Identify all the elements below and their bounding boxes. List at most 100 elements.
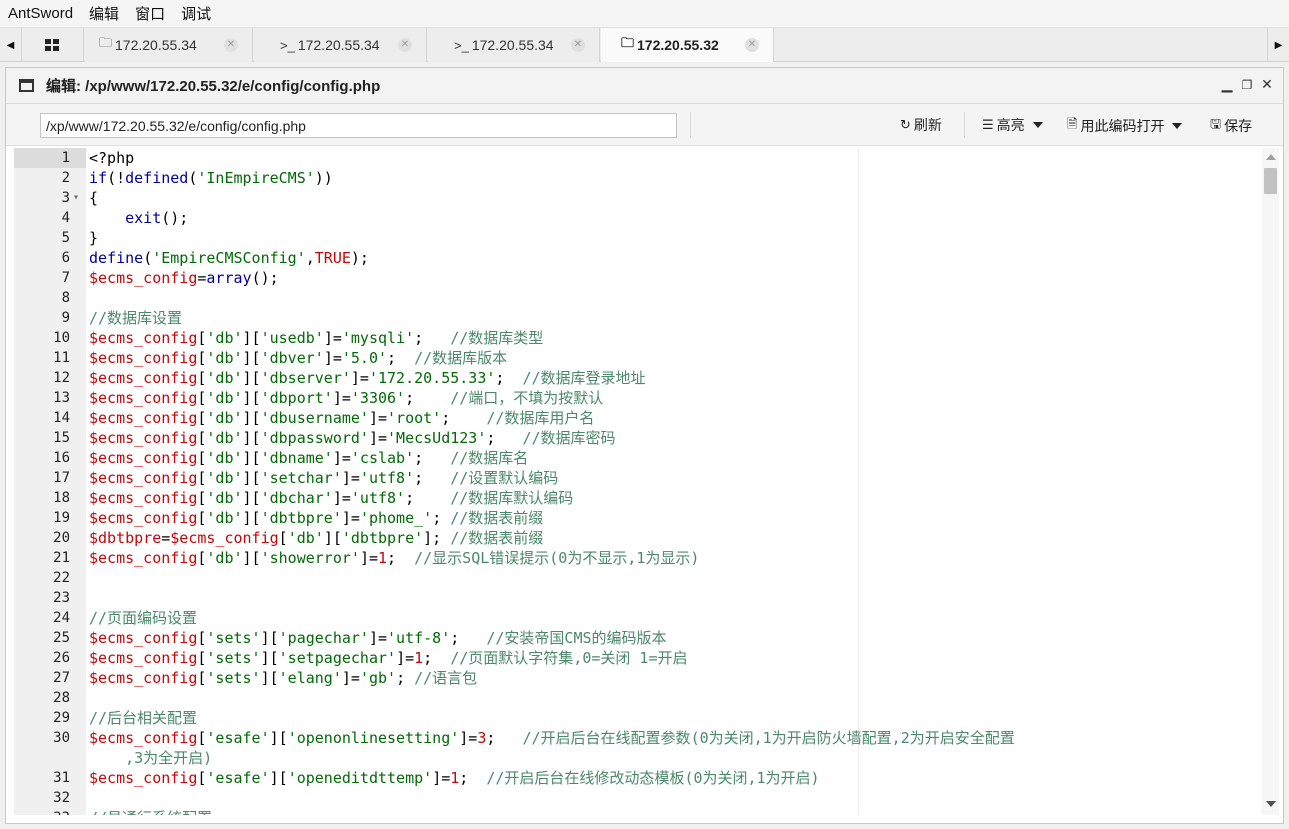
tab-scroll-left-icon[interactable]: ◀ — [0, 28, 22, 62]
tab-files-active[interactable]: 🗀 172.20.55.32 ✕ — [601, 28, 774, 62]
code-token: 'openonlinesetting' — [287, 729, 460, 747]
code-line[interactable]: 32 — [14, 788, 1254, 808]
code-line[interactable]: 23 — [14, 588, 1254, 608]
close-icon[interactable]: ✕ — [224, 38, 238, 52]
line-number: 25 — [53, 630, 70, 646]
code-line[interactable]: 11 $ecms_config['db']['dbver']='5.0'; //数… — [14, 348, 1254, 368]
code-token: 'db' — [287, 529, 324, 547]
code-token: ]= — [323, 329, 342, 347]
tab-label: 172.20.55.34 — [115, 37, 197, 53]
code-token: defined — [125, 169, 189, 187]
code-line[interactable]: 3 ▾ { — [14, 188, 1254, 208]
path-input[interactable] — [40, 113, 677, 138]
home-grid-icon[interactable] — [22, 28, 84, 62]
refresh-button[interactable]: ↻ 刷新 — [900, 115, 942, 135]
code-token: 'showerror' — [260, 549, 360, 567]
tab-terminal-2[interactable]: >_ 172.20.55.34 ✕ — [428, 28, 600, 62]
code-token: //页面默认字符集,0=关闭 1=开启 — [450, 649, 688, 667]
code-token: TRUE — [314, 249, 351, 267]
code-line[interactable]: 5} — [14, 228, 1254, 248]
code-line[interactable]: 13 $ecms_config['db']['dbport']='3306'; /… — [14, 388, 1254, 408]
scroll-up-icon[interactable] — [1266, 154, 1276, 160]
code-line[interactable]: 31 $ecms_config['esafe']['openeditdttemp'… — [14, 768, 1254, 788]
save-button[interactable]: 🖫 保存 — [1210, 115, 1252, 137]
code-token: 'dbver' — [260, 349, 324, 367]
code-line[interactable]: 4 exit(); — [14, 208, 1254, 228]
code-line[interactable]: 33 //易通行系统配置 — [14, 808, 1254, 815]
code-token: $ecms_config — [89, 429, 198, 447]
close-icon[interactable]: ✕ — [1257, 76, 1277, 93]
code-line[interactable]: 6 define('EmpireCMSConfig',TRUE); — [14, 248, 1254, 268]
code-line[interactable]: 27 $ecms_config['sets']['elang']='gb'; //… — [14, 668, 1254, 688]
code-line[interactable]: 8 — [14, 288, 1254, 308]
code-line[interactable]: 10 $ecms_config['db']['usedb']='mysqli'; … — [14, 328, 1254, 348]
close-icon[interactable]: ✕ — [398, 38, 412, 52]
code-text: $ecms_config['esafe']['openeditdttemp']=… — [89, 768, 820, 788]
code-text: $ecms_config['esafe']['openonlinesetting… — [89, 728, 1179, 768]
code-text: //页面编码设置 — [89, 608, 197, 628]
menu-debug[interactable]: 调试 — [181, 3, 211, 24]
tab-files-1[interactable]: 🗀 172.20.55.34 ✕ — [85, 28, 253, 62]
code-token: 'utf-8' — [387, 629, 451, 647]
minimize-icon[interactable]: ▁ — [1217, 76, 1237, 93]
code-token: ][ — [242, 389, 261, 407]
code-line[interactable]: 25 $ecms_config['sets']['pagechar']='utf-… — [14, 628, 1254, 648]
close-icon[interactable]: ✕ — [571, 38, 585, 52]
code-line[interactable]: 18 $ecms_config['db']['dbchar']='utf8'; /… — [14, 488, 1254, 508]
tab-scroll-right-icon[interactable]: ▶ — [1267, 28, 1289, 62]
code-token: $ecms_config — [89, 369, 198, 387]
code-line[interactable]: 22 — [14, 568, 1254, 588]
close-icon[interactable]: ✕ — [745, 38, 759, 52]
open-with-encoding-dropdown[interactable]: 🗎 用此编码打开 — [1067, 115, 1183, 137]
code-line[interactable]: 1 <?php — [14, 148, 1254, 168]
code-token: 'dbtbpre' — [260, 509, 342, 527]
code-token: 'EmpireCMSConfig' — [152, 249, 306, 267]
line-number: 21 — [53, 550, 70, 566]
code-token: )) — [314, 169, 333, 187]
code-text: $ecms_config['db']['dbserver']='172.20.5… — [89, 368, 646, 388]
code-line[interactable]: 29 //后台相关配置 — [14, 708, 1254, 728]
scroll-down-icon[interactable] — [1266, 801, 1276, 807]
code-line[interactable]: 2 if(!defined('InEmpireCMS')) — [14, 168, 1254, 188]
scrollbar-thumb[interactable] — [1264, 168, 1277, 194]
code-line[interactable]: 30 $ecms_config['esafe']['openonlinesetti… — [14, 728, 1254, 768]
code-line[interactable]: 14 $ecms_config['db']['dbusername']='root… — [14, 408, 1254, 428]
menu-window[interactable]: 窗口 — [135, 3, 165, 24]
window-controls: ▁ ❐ ✕ — [1217, 76, 1277, 93]
vertical-scrollbar[interactable] — [1262, 148, 1279, 815]
code-line[interactable]: 15 $ecms_config['db']['dbpassword']='Mecs… — [14, 428, 1254, 448]
line-number: 11 — [53, 350, 70, 366]
fold-toggle-icon[interactable]: ▾ — [73, 188, 79, 208]
code-token: ; — [423, 649, 451, 667]
menu-antsword[interactable]: AntSword — [8, 5, 73, 22]
code-line[interactable]: 26 $ecms_config['sets']['setpagechar']=1;… — [14, 648, 1254, 668]
code-line[interactable]: 17 $ecms_config['db']['setchar']='utf8'; … — [14, 468, 1254, 488]
code-line[interactable]: 7 $ecms_config=array(); — [14, 268, 1254, 288]
code-line[interactable]: 12 $ecms_config['db']['dbserver']='172.20… — [14, 368, 1254, 388]
code-line[interactable]: 21 $ecms_config['db']['showerror']=1; //显… — [14, 548, 1254, 568]
highlight-dropdown[interactable]: ☰ 高亮 — [982, 115, 1043, 135]
code-line[interactable]: 28 — [14, 688, 1254, 708]
code-token: ; — [414, 329, 451, 347]
tab-terminal-1[interactable]: >_ 172.20.55.34 ✕ — [254, 28, 427, 62]
code-token: ][ — [242, 489, 261, 507]
menu-edit[interactable]: 编辑 — [89, 3, 119, 24]
code-lines: 1 <?php 2 if(!defined('InEmpireCMS')) 3 ▾{4 e… — [14, 148, 1254, 815]
code-token: ][ — [242, 429, 261, 447]
line-number: 31 — [53, 770, 70, 786]
code-token: ][ — [269, 769, 288, 787]
code-line[interactable]: 19 $ecms_config['db']['dbtbpre']='phome_'… — [14, 508, 1254, 528]
restore-icon[interactable]: ❐ — [1237, 78, 1257, 92]
code-line[interactable]: 24 //页面编码设置 — [14, 608, 1254, 628]
code-editor[interactable]: 1 <?php 2 if(!defined('InEmpireCMS')) 3 ▾{4 e… — [14, 148, 1279, 815]
code-token: ]= — [368, 629, 388, 647]
code-token: '5.0' — [341, 349, 388, 367]
code-token: { — [89, 189, 99, 207]
code-token: ]= — [332, 449, 351, 467]
code-line[interactable]: 16 $ecms_config['db']['dbname']='cslab'; … — [14, 448, 1254, 468]
line-number: 18 — [53, 490, 70, 506]
code-line[interactable]: 9 //数据库设置 — [14, 308, 1254, 328]
code-line[interactable]: 20 $dbtbpre=$ecms_config['db']['dbtbpre']… — [14, 528, 1254, 548]
divider — [964, 112, 965, 138]
save-icon: 🖫 — [1210, 116, 1222, 131]
